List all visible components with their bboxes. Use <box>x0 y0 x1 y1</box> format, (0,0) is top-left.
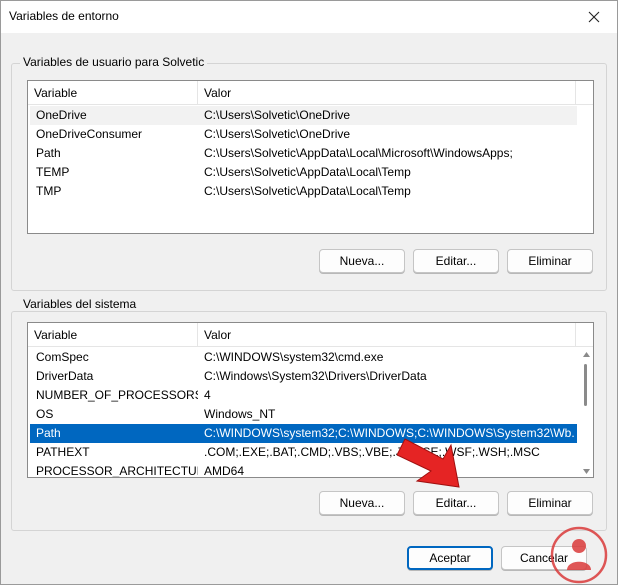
close-button[interactable] <box>571 1 617 33</box>
user-delete-button[interactable]: Eliminar <box>507 249 593 273</box>
user-variables-list[interactable]: Variable Valor OneDrive C:\Users\Solvetic… <box>27 80 594 234</box>
environment-variables-dialog: Variables de entorno Variables de usuari… <box>0 0 618 585</box>
list-item[interactable]: OneDrive C:\Users\Solvetic\OneDrive <box>30 106 577 125</box>
list-item[interactable]: DriverData C:\Windows\System32\Drivers\Dr… <box>30 367 577 386</box>
variable-name: NUMBER_OF_PROCESSORS <box>36 388 198 402</box>
variable-name: PATHEXT <box>36 445 90 459</box>
system-list-header: Variable Valor <box>28 323 593 347</box>
system-variables-label: Variables del sistema <box>20 297 140 311</box>
column-header-value[interactable]: Valor <box>198 323 576 347</box>
variable-value: C:\Users\Solvetic\AppData\Local\Microsof… <box>204 146 513 160</box>
title-bar: Variables de entorno <box>1 1 617 33</box>
variable-name: TEMP <box>36 165 70 179</box>
variable-value: C:\WINDOWS\system32\cmd.exe <box>204 350 384 364</box>
system-list-scrollbar[interactable] <box>579 348 593 477</box>
list-item[interactable]: OS Windows_NT <box>30 405 577 424</box>
column-header-variable[interactable]: Variable <box>28 323 198 347</box>
window-title: Variables de entorno <box>9 9 119 23</box>
column-header-value[interactable]: Valor <box>198 81 576 105</box>
variable-name: OneDriveConsumer <box>36 127 143 141</box>
variable-value: Windows_NT <box>204 407 276 421</box>
user-list-header: Variable Valor <box>28 81 593 105</box>
variable-name: PROCESSOR_ARCHITECTURE <box>36 464 198 478</box>
variable-value: C:\Users\Solvetic\OneDrive <box>204 108 351 122</box>
column-header-variable[interactable]: Variable <box>28 81 198 105</box>
list-item[interactable]: NUMBER_OF_PROCESSORS 4 <box>30 386 577 405</box>
list-item[interactable]: PROCESSOR_ARCHITECTURE AMD64 <box>30 462 577 478</box>
list-item[interactable]: Path C:\WINDOWS\system32;C:\WINDOWS;C:\WI… <box>30 424 577 443</box>
scroll-down-icon[interactable] <box>579 465 593 477</box>
variable-name: OneDrive <box>36 108 87 122</box>
variable-value: C:\Users\Solvetic\AppData\Local\Temp <box>204 184 411 198</box>
accept-button[interactable]: Aceptar <box>407 546 493 570</box>
close-icon <box>588 11 600 23</box>
variable-value: C:\Users\Solvetic\AppData\Local\Temp <box>204 165 411 179</box>
list-item[interactable]: Path C:\Users\Solvetic\AppData\Local\Micr… <box>30 144 577 163</box>
variable-name: DriverData <box>36 369 94 383</box>
list-item[interactable]: PATHEXT .COM;.EXE;.BAT;.CMD;.VBS;.VBE;.JS… <box>30 443 577 462</box>
variable-value: C:\WINDOWS\system32;C:\WINDOWS;C:\WINDOW… <box>204 426 575 440</box>
system-new-button[interactable]: Nueva... <box>319 491 405 515</box>
list-item[interactable]: TEMP C:\Users\Solvetic\AppData\Local\Temp <box>30 163 577 182</box>
system-edit-button[interactable]: Editar... <box>413 491 499 515</box>
scrollbar-thumb[interactable] <box>584 364 587 406</box>
system-delete-button[interactable]: Eliminar <box>507 491 593 515</box>
variable-name: Path <box>36 146 61 160</box>
user-new-button[interactable]: Nueva... <box>319 249 405 273</box>
list-item[interactable]: TMP C:\Users\Solvetic\AppData\Local\Temp <box>30 182 577 201</box>
variable-name: TMP <box>36 184 62 198</box>
variable-value: AMD64 <box>204 464 245 478</box>
user-edit-button[interactable]: Editar... <box>413 249 499 273</box>
user-variables-label: Variables de usuario para Solvetic <box>20 55 208 69</box>
list-item[interactable]: OneDriveConsumer C:\Users\Solvetic\OneDri… <box>30 125 577 144</box>
scroll-up-icon[interactable] <box>579 348 593 360</box>
variable-value: C:\Users\Solvetic\OneDrive <box>204 127 351 141</box>
variable-value: .COM;.EXE;.BAT;.CMD;.VBS;.VBE;.JS;.JSE;.… <box>204 445 540 459</box>
solvetic-logo <box>550 526 608 584</box>
variable-name: OS <box>36 407 54 421</box>
list-item[interactable]: ComSpec C:\WINDOWS\system32\cmd.exe <box>30 348 577 367</box>
system-variables-list[interactable]: Variable Valor ComSpec C:\WINDOWS\system3… <box>27 322 594 478</box>
variable-name: ComSpec <box>36 350 89 364</box>
variable-name: Path <box>36 426 61 440</box>
variable-value: C:\Windows\System32\Drivers\DriverData <box>204 369 427 383</box>
variable-value: 4 <box>204 388 211 402</box>
